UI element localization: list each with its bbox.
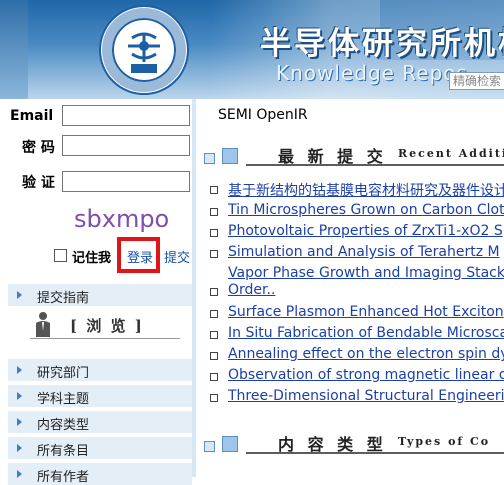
- sidebar-item-submit-guide[interactable]: 提交指南: [8, 284, 192, 306]
- bullet-icon: [210, 373, 218, 381]
- sidebar-item-label: 提交指南: [37, 291, 90, 306]
- password-field[interactable]: [62, 135, 190, 156]
- bullet-icon: [210, 331, 218, 339]
- sidebar-item-departments[interactable]: 研究部门: [8, 359, 192, 381]
- password-label: 密 码: [22, 140, 55, 156]
- remember-me-checkbox[interactable]: [54, 249, 67, 262]
- section-title-en: Types of Co: [398, 435, 491, 448]
- email-label: Email: [10, 108, 54, 124]
- section-title-cn: 最 新 提 交: [278, 147, 387, 166]
- item-link[interactable]: Surface Plasmon Enhanced Hot Exciton: [228, 304, 504, 320]
- bullet-icon: [210, 186, 218, 194]
- verify-label: 验 证: [22, 175, 55, 191]
- browse-header: [ 浏 览 ]: [30, 311, 190, 341]
- bullet-icon: [210, 394, 218, 402]
- header-left-band: [0, 0, 28, 99]
- submit-link[interactable]: 提交: [164, 247, 190, 266]
- square-icon: [222, 436, 238, 452]
- bullet-icon: [210, 250, 218, 258]
- bullet-icon: [210, 229, 218, 237]
- arrow-right-icon: [17, 291, 22, 299]
- person-icon: [36, 312, 50, 337]
- main-content: SEMI OpenIR 最 新 提 交 Recent Additi 基于新结构的…: [196, 99, 504, 477]
- sidebar-item-label: 研究部门: [37, 366, 90, 381]
- section-title-cn: 内 容 类 型: [278, 435, 387, 454]
- remember-me-label: 记住我: [72, 251, 112, 266]
- login-button[interactable]: 登录: [127, 247, 153, 266]
- browse-title: [ 浏 览 ]: [70, 317, 144, 335]
- item-link[interactable]: In Situ Fabrication of Bendable Microsca: [228, 325, 504, 341]
- arrow-right-icon: [17, 392, 22, 400]
- item-link[interactable]: Simulation and Analysis of Terahertz M: [228, 244, 500, 260]
- arrow-right-icon: [17, 418, 22, 426]
- bullet-icon: [210, 310, 218, 318]
- sidebar-item-label: 内容类型: [37, 418, 90, 433]
- recent-additions-header: 最 新 提 交 Recent Additi: [202, 143, 504, 167]
- site-title-english: Knowledge Repos: [276, 61, 468, 85]
- item-link[interactable]: Photovoltaic Properties of ZrxTi1-xO2 S: [228, 223, 503, 239]
- item-link[interactable]: 基于新结构的钴基膜电容材料研究及器件设计: [228, 180, 504, 200]
- captcha-input[interactable]: [62, 171, 190, 192]
- item-link[interactable]: Observation of strong magnetic linear d: [228, 367, 504, 383]
- captcha-image: sbxmpo: [74, 205, 169, 233]
- item-link-continuation[interactable]: Order..: [228, 282, 275, 298]
- item-link[interactable]: Vapor Phase Growth and Imaging Stack: [228, 265, 504, 281]
- institute-seal-logo[interactable]: [98, 4, 190, 96]
- site-title-chinese: 半导体研究所机构: [260, 26, 504, 62]
- arrow-right-icon: [17, 444, 22, 452]
- section-title-en: Recent Additi: [398, 147, 504, 160]
- square-icon: [204, 441, 215, 452]
- bullet-icon: [210, 208, 218, 216]
- arrow-right-icon: [17, 366, 22, 374]
- item-link[interactable]: Annealing effect on the electron spin dy: [228, 346, 504, 362]
- sidebar-item-all-items[interactable]: 所有条目: [8, 437, 192, 459]
- page-title: SEMI OpenIR: [218, 107, 308, 123]
- sidebar-item-label: 学科主题: [37, 392, 90, 407]
- bullet-icon: [210, 288, 218, 296]
- site-header: 半导体研究所机构 Knowledge Repos 精确检索: [0, 0, 504, 99]
- square-icon: [222, 148, 238, 164]
- captcha-text: sbxmpo: [74, 205, 169, 233]
- sidebar-item-content-types[interactable]: 内容类型: [8, 411, 192, 433]
- browse-divider: [30, 338, 180, 339]
- bullet-icon: [210, 352, 218, 360]
- sidebar-item-label: 所有作者: [37, 470, 90, 485]
- item-link[interactable]: Three-Dimensional Structural Engineeri: [228, 388, 504, 404]
- sidebar-item-subjects[interactable]: 学科主题: [8, 385, 192, 407]
- email-field[interactable]: [62, 105, 190, 126]
- sidebar-item-label: 所有条目: [37, 444, 90, 459]
- sidebar-item-all-authors[interactable]: 所有作者: [8, 463, 192, 485]
- exact-search-input[interactable]: 精确检索: [449, 72, 504, 90]
- square-icon: [204, 153, 215, 164]
- left-sidebar: Email 密 码 验 证 sbxmpo 记住我 登录 提交 提交指南 [ 浏 …: [0, 99, 196, 485]
- content-types-header: 内 容 类 型 Types of Co: [202, 431, 504, 455]
- item-link[interactable]: Tin Microspheres Grown on Carbon Clot: [228, 202, 504, 218]
